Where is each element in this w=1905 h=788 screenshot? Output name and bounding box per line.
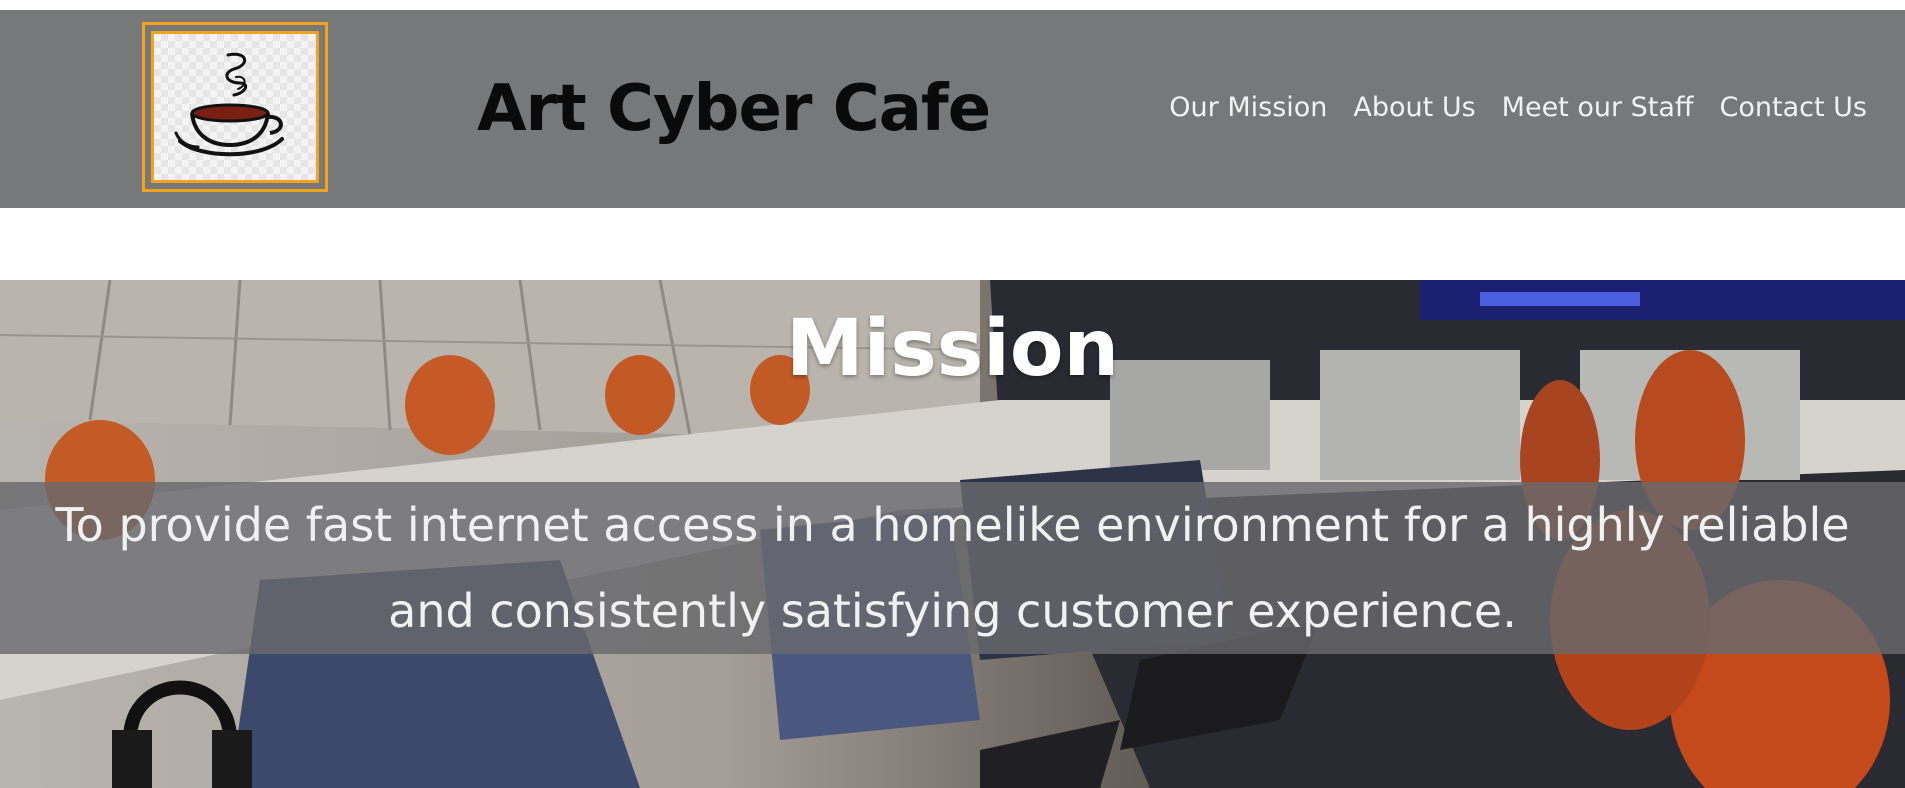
mission-heading: Mission	[785, 304, 1120, 394]
main-nav: Our Mission About Us Meet our Staff Cont…	[1169, 92, 1867, 123]
site-title: Art Cyber Cafe	[477, 72, 991, 146]
logo-frame	[151, 31, 319, 183]
logo[interactable]	[142, 22, 328, 192]
nav-about-us[interactable]: About Us	[1353, 92, 1475, 123]
mission-statement-band: To provide fast internet access in a hom…	[0, 482, 1905, 654]
nav-our-mission[interactable]: Our Mission	[1169, 92, 1327, 123]
nav-contact-us[interactable]: Contact Us	[1720, 92, 1867, 123]
mission-statement: To provide fast internet access in a hom…	[55, 498, 1850, 638]
mission-hero: Mission To provide fast internet access …	[0, 280, 1905, 788]
nav-meet-our-staff[interactable]: Meet our Staff	[1502, 92, 1694, 123]
site-header: Art Cyber Cafe Our Mission About Us Meet…	[0, 10, 1905, 208]
coffee-cup-icon	[174, 52, 284, 157]
